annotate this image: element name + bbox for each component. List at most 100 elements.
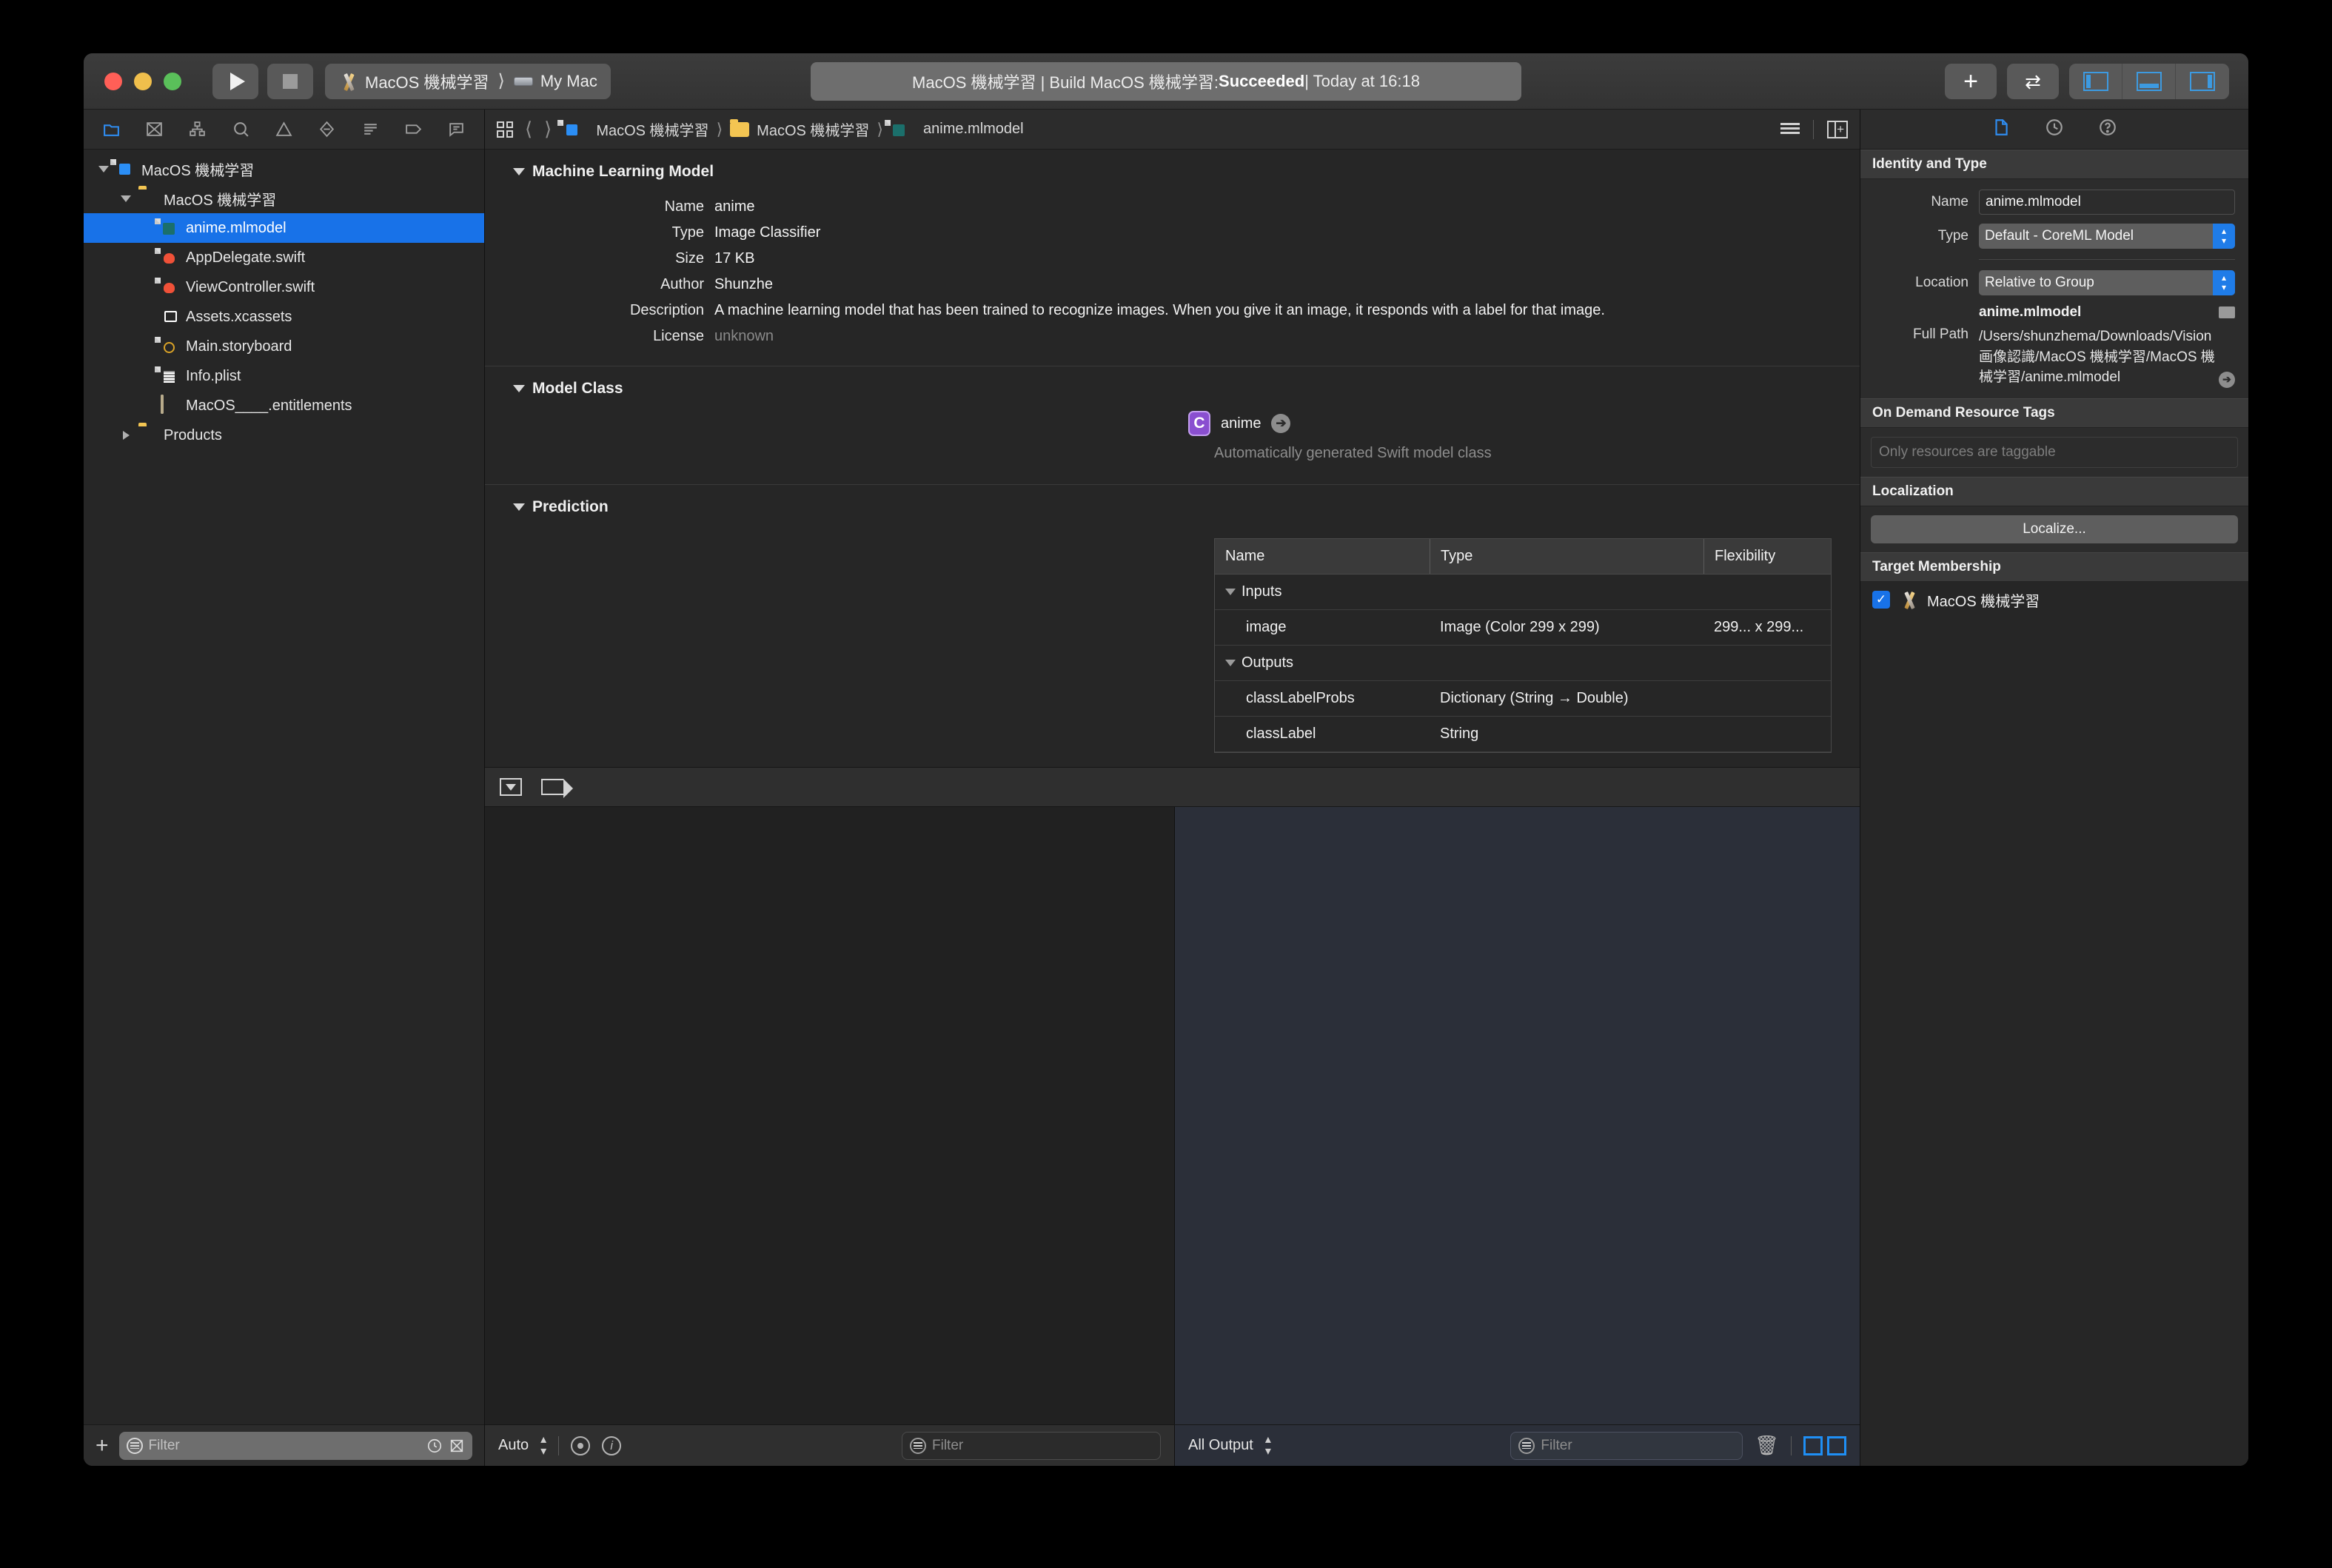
navigator-tab-issue[interactable] — [262, 113, 305, 146]
variables-filter-field[interactable]: Filter — [902, 1431, 1161, 1460]
disclosure-triangle-icon[interactable] — [513, 168, 525, 175]
navigator-tab-source-control[interactable] — [133, 113, 175, 146]
output-selector[interactable]: All Output — [1188, 1437, 1253, 1454]
name-input[interactable]: anime.mlmodel — [1979, 190, 2235, 215]
window-controls[interactable] — [104, 72, 181, 90]
disclosure-triangle-icon[interactable] — [96, 161, 112, 177]
disclosure-triangle-icon[interactable] — [1225, 589, 1236, 595]
target-membership-row[interactable]: ✓ MacOS 機械学習 — [1860, 581, 2248, 618]
disclosure-triangle-icon[interactable] — [118, 190, 134, 207]
inspector-tab-quick-help[interactable] — [2098, 118, 2117, 141]
chevron-left-icon[interactable]: ⟨ — [525, 118, 532, 141]
section-header[interactable]: Model Class — [485, 366, 1860, 403]
navigator-tab-symbol[interactable] — [176, 113, 219, 146]
related-items-icon[interactable] — [497, 121, 513, 138]
table-row[interactable]: image Image (Color 299 x 299) 299... x 2… — [1215, 610, 1831, 646]
prediction-table[interactable]: Name Type Flexibility Description Inputs — [1214, 538, 1832, 753]
stepper-icon[interactable]: ▴ ▾ — [1265, 1433, 1271, 1458]
prediction-table-wrapper: Name Type Flexibility Description Inputs — [485, 522, 1860, 767]
scope-selector[interactable]: Auto — [498, 1437, 529, 1454]
minimap-icon[interactable] — [1780, 122, 1800, 136]
column-header-type[interactable]: Type — [1430, 539, 1703, 574]
eye-icon[interactable] — [571, 1435, 591, 1455]
disclosure-triangle-icon[interactable] — [513, 385, 525, 392]
type-popup-button[interactable]: Default - CoreML Model ▴ ▾ — [1979, 224, 2235, 249]
close-button[interactable] — [104, 72, 122, 90]
column-header-name[interactable]: Name — [1215, 539, 1430, 574]
table-row[interactable]: classLabelProbs Dictionary (String → Dou… — [1215, 681, 1831, 717]
console-filter-field[interactable]: Filter — [1510, 1431, 1743, 1460]
inspector-tab-history[interactable] — [2045, 118, 2064, 141]
stepper-icon[interactable]: ▴ ▾ — [540, 1433, 546, 1458]
show-variables-icon[interactable] — [1803, 1435, 1823, 1455]
breadcrumb-item-group[interactable]: MacOS 機械学習 — [757, 118, 869, 140]
column-header-flexibility[interactable]: Flexibility — [1703, 539, 1860, 574]
section-header[interactable]: Prediction — [485, 485, 1860, 522]
table-group-inputs[interactable]: Inputs — [1215, 574, 1831, 610]
hide-debug-area-icon[interactable] — [500, 778, 522, 796]
tree-row-infoplist[interactable]: Info.plist — [84, 361, 484, 391]
navigator-tab-test[interactable] — [306, 113, 349, 146]
navigator-filter-field[interactable]: Filter — [118, 1431, 472, 1460]
table-row[interactable]: classLabel String Most likely image cate… — [1215, 717, 1831, 752]
stop-button[interactable] — [267, 63, 313, 99]
table-header-row: Name Type Flexibility Description — [1215, 539, 1831, 574]
tree-row-entitlements[interactable]: MacOS____.entitlements — [84, 391, 484, 421]
add-file-button[interactable]: + — [96, 1434, 109, 1457]
section-header[interactable]: Machine Learning Model — [485, 150, 1860, 187]
zoom-button[interactable] — [164, 72, 181, 90]
tree-row-anime-mlmodel[interactable]: anime.mlmodel — [84, 213, 484, 243]
tree-row-storyboard[interactable]: Main.storyboard — [84, 332, 484, 361]
minimize-button[interactable] — [134, 72, 152, 90]
location-popup-button[interactable]: Relative to Group ▴ ▾ — [1979, 270, 2235, 295]
tree-row-appdelegate[interactable]: AppDelegate.swift — [84, 243, 484, 272]
navigator-tab-project[interactable] — [90, 113, 133, 146]
folder-chooser-icon[interactable] — [2219, 306, 2235, 318]
scheme-destination-selector[interactable]: MacOS 機械学習 ⟩ My Mac — [325, 63, 611, 99]
info-icon[interactable]: i — [602, 1435, 622, 1455]
disclosure-triangle-icon[interactable] — [1225, 660, 1236, 666]
code-review-button[interactable]: ⇄ — [2007, 63, 2059, 99]
breadcrumb[interactable]: MacOS 機械学習 ⟩ MacOS 機械学習 ⟩ anime.mlmodel — [563, 118, 1024, 140]
mlmodel-icon — [161, 218, 178, 238]
table-group-outputs[interactable]: Outputs — [1215, 646, 1831, 681]
breakpoint-tag-icon[interactable] — [541, 779, 573, 798]
add-editor-icon[interactable]: + — [1827, 120, 1848, 138]
breadcrumb-item-project[interactable]: MacOS 機械学習 — [596, 118, 708, 140]
variables-view[interactable] — [485, 807, 1175, 1424]
console-view[interactable] — [1175, 807, 1860, 1424]
trash-icon[interactable]: 🗑 — [1755, 1434, 1779, 1457]
odr-tags-field[interactable]: Only resources are taggable — [1871, 436, 2238, 468]
reveal-in-finder-icon[interactable]: ➔ — [2219, 371, 2235, 388]
add-button[interactable]: + — [1945, 63, 1997, 99]
clear-filter-icon[interactable] — [449, 1438, 465, 1454]
navigator-tab-breakpoint[interactable] — [392, 113, 435, 146]
breadcrumb-item-file[interactable]: anime.mlmodel — [923, 121, 1024, 138]
model-class-row[interactable]: C anime ➔ — [485, 403, 1860, 436]
navigator-tab-debug[interactable] — [349, 113, 392, 146]
navigator-tab-find[interactable] — [219, 113, 262, 146]
show-console-icon[interactable] — [1827, 1435, 1846, 1455]
toggle-debug-area-button[interactable] — [2122, 63, 2176, 99]
tree-row-project[interactable]: MacOS 機械学習 — [84, 154, 484, 184]
tree-row-products[interactable]: Products — [84, 421, 484, 450]
inspector-tab-file[interactable] — [1991, 118, 2011, 141]
disclosure-triangle-icon[interactable] — [513, 503, 525, 511]
chevron-right-icon[interactable]: ⟩ — [544, 118, 552, 141]
jump-to-definition-icon[interactable]: ➔ — [1271, 414, 1291, 433]
toggle-navigator-button[interactable] — [2069, 63, 2122, 99]
tree-row-viewcontroller[interactable]: ViewController.swift — [84, 272, 484, 302]
target-checkbox[interactable]: ✓ — [1872, 591, 1890, 609]
tree-row-assets[interactable]: Assets.xcassets — [84, 302, 484, 332]
clock-icon[interactable] — [426, 1438, 443, 1454]
navigator-tab-report[interactable] — [435, 113, 478, 146]
localize-button[interactable]: Localize... — [1871, 515, 2238, 543]
disclosure-triangle-icon[interactable] — [118, 427, 134, 443]
toggle-inspector-button[interactable] — [2176, 64, 2229, 99]
tree-row-group[interactable]: MacOS 機械学習 — [84, 184, 484, 213]
debug-split-controls[interactable] — [1803, 1435, 1846, 1455]
run-button[interactable] — [212, 63, 258, 99]
activity-status-bar[interactable]: MacOS 機械学習 | Build MacOS 機械学習: Succeeded… — [811, 61, 1521, 101]
editor-layout-segmented-control[interactable] — [2069, 63, 2229, 99]
project-navigator-tree[interactable]: MacOS 機械学習 MacOS 機械学習 anime.mlmodel AppD… — [84, 150, 484, 1424]
